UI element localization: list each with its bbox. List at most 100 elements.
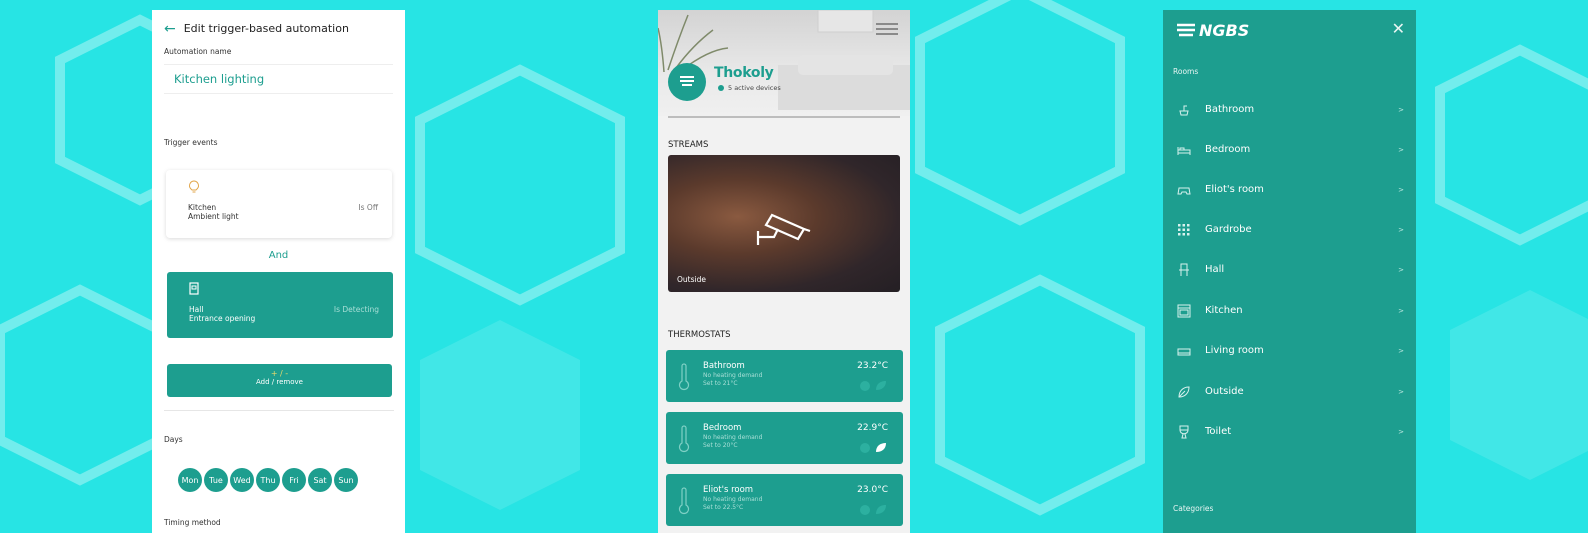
chevron-right-icon: > [1398,307,1404,315]
logo-text: NGBS [1199,21,1250,40]
status-dot-icon [718,85,724,91]
trigger-card-hall[interactable]: Hall Entrance opening Is Detecting [167,272,393,338]
add-remove-button[interactable]: + / - Add / remove [167,364,392,397]
brand-logo-icon [668,63,706,101]
close-icon[interactable]: ✕ [1392,19,1405,38]
thermostat-room: Eliot's room [703,485,754,495]
divider [164,410,394,411]
door-sensor-icon [189,282,199,295]
thermostat-temperature: 23.2°C [857,361,888,371]
heating-status-icon [860,381,870,391]
thermostat-card-eliots-room[interactable]: Eliot's room No heating demand Set to 22… [666,474,903,526]
hero-image: Thokoly 5 active devices [658,10,910,116]
streams-heading: STREAMS [668,140,709,150]
gamepad-icon [1177,187,1191,195]
grid-icon [1178,224,1190,236]
menu-item-toilet[interactable]: Toilet > [1163,418,1416,448]
thermostat-card-bathroom[interactable]: Bathroom No heating demand Set to 21°C 2… [666,350,903,402]
active-devices-text: 5 active devices [728,84,781,92]
trigger-card-kitchen[interactable]: Kitchen Ambient light Is Off [166,170,392,238]
thermostats-heading: THERMOSTATS [668,330,731,340]
menu-item-label: Bathroom [1205,104,1255,115]
menu-item-outside[interactable]: Outside > [1163,378,1416,408]
day-toggle-thu[interactable]: Thu [256,468,280,492]
menu-item-eliots-room[interactable]: Eliot's room > [1163,176,1416,206]
sink-icon [1179,105,1189,116]
hamburger-menu-icon[interactable] [876,20,898,38]
automation-title: Edit trigger-based automation [183,22,349,35]
heating-status-icon [860,443,870,453]
sofa-icon [1177,348,1191,356]
menu-item-label: Gardrobe [1205,224,1252,235]
bulb-icon [188,180,200,193]
menu-item-label: Living room [1205,345,1264,356]
logo-waves-icon [1177,23,1195,37]
toilet-icon [1179,425,1189,439]
brand-name: Thokoly [714,65,774,81]
thermometer-icon [678,487,690,515]
thermostat-status: No heating demand [703,434,763,441]
eco-leaf-icon [876,505,886,514]
day-toggle-fri[interactable]: Fri [282,468,306,492]
menu-item-kitchen[interactable]: Kitchen > [1163,297,1416,327]
trigger-events-label: Trigger events [164,138,218,147]
chevron-right-icon: > [1398,106,1404,114]
stream-card-outside[interactable]: Outside [668,155,900,292]
days-selector: Mon Tue Wed Thu Fri Sat Sun [178,468,358,492]
chevron-right-icon: > [1398,347,1404,355]
thermostat-room: Bedroom [703,423,742,433]
automation-name-input[interactable]: Kitchen lighting [164,64,393,94]
automation-name-label: Automation name [164,47,232,56]
thermostat-room: Bathroom [703,361,745,371]
menu-item-label: Toilet [1205,426,1232,437]
thermostat-status: No heating demand [703,496,763,503]
menu-item-gardrobe[interactable]: Gardrobe > [1163,216,1416,246]
day-toggle-wed[interactable]: Wed [230,468,254,492]
thermometer-icon [678,363,690,391]
timing-method-label: Timing method [164,518,221,527]
chevron-right-icon: > [1398,388,1404,396]
thermostat-setpoint: Set to 21°C [703,380,738,387]
thermostat-card-bedroom[interactable]: Bedroom No heating demand Set to 20°C 22… [666,412,903,464]
thermostat-setpoint: Set to 22.5°C [703,504,744,511]
trigger-state: Is Detecting [333,305,379,314]
categories-heading: Categories [1173,504,1214,513]
add-remove-label: Add / remove [256,378,303,386]
menu-item-label: Hall [1205,264,1225,275]
trigger-device: Ambient light [188,212,239,221]
edit-automation-panel: ← Edit trigger-based automation Automati… [152,10,405,533]
heating-status-icon [860,505,870,515]
eco-leaf-icon [876,381,886,390]
bed-icon [1177,147,1191,155]
navigation-menu-panel: NGBS ✕ Rooms Bathroom > Bedroom > Eliot'… [1163,10,1416,533]
menu-item-label: Outside [1205,386,1244,397]
eco-leaf-icon [876,443,886,452]
day-toggle-tue[interactable]: Tue [204,468,228,492]
menu-item-living-room[interactable]: Living room > [1163,337,1416,367]
day-toggle-sun[interactable]: Sun [334,468,358,492]
chevron-right-icon: > [1398,266,1404,274]
thermostat-temperature: 22.9°C [857,423,888,433]
menu-item-bedroom[interactable]: Bedroom > [1163,136,1416,166]
rooms-heading: Rooms [1173,67,1199,76]
days-label: Days [164,435,183,444]
chevron-right-icon: > [1398,186,1404,194]
thermostat-temperature: 23.0°C [857,485,888,495]
day-toggle-sat[interactable]: Sat [308,468,332,492]
day-toggle-mon[interactable]: Mon [178,468,202,492]
trigger-room: Kitchen [188,203,217,212]
menu-item-bathroom[interactable]: Bathroom > [1163,96,1416,126]
thermostat-status: No heating demand [703,372,763,379]
chevron-right-icon: > [1398,146,1404,154]
trigger-room: Hall [189,305,204,314]
plus-minus-icon: + / - [270,369,289,378]
oven-icon [1177,304,1191,318]
and-conjunction: And [268,250,289,261]
trigger-device: Entrance opening [189,314,256,323]
stream-caption: Outside [677,275,706,284]
menu-item-hall[interactable]: Hall > [1163,256,1416,286]
living-room-photo [658,10,910,110]
leaf-icon [1178,386,1190,398]
thermometer-icon [678,425,690,453]
back-arrow-icon[interactable]: ← [164,22,176,36]
